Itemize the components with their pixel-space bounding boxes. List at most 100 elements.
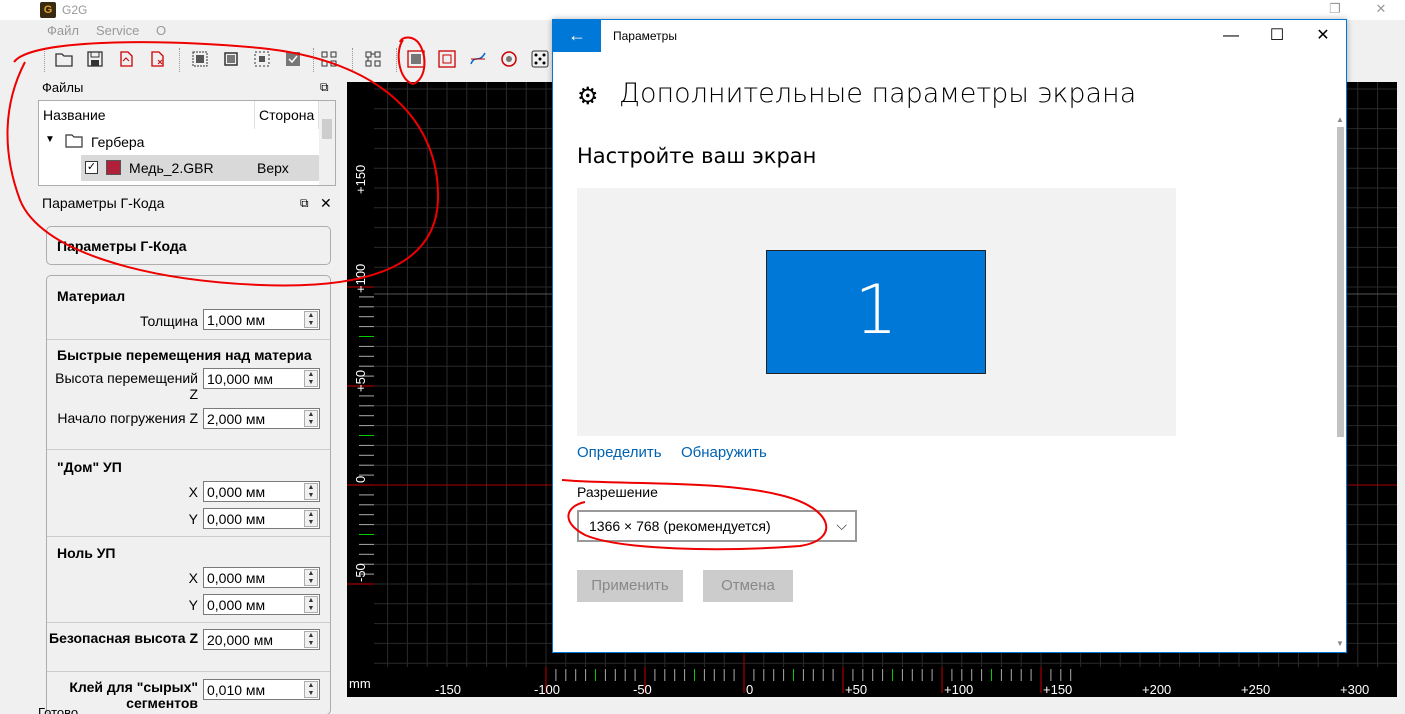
spin-arrows-icon[interactable]: ▲ ▼	[304, 370, 318, 387]
qr-grid-icon[interactable]	[318, 48, 340, 70]
menu-file[interactable]: Файл	[47, 23, 79, 38]
close-icon[interactable]: ✕	[320, 195, 332, 212]
detect-link[interactable]: Обнаружить	[681, 444, 767, 461]
g2g-toolbar	[0, 43, 552, 75]
export-pdf-icon[interactable]	[115, 48, 137, 70]
zero-x-spinbox[interactable]: 0,000 мм ▲ ▼	[203, 567, 320, 588]
file-name: Медь_2.GBR	[129, 160, 214, 176]
spin-arrows-icon[interactable]: ▲ ▼	[304, 596, 318, 613]
scrollbar-thumb[interactable]	[322, 119, 332, 139]
undock-icon[interactable]: ⧉	[300, 196, 309, 211]
scroll-down-icon[interactable]: ▼	[1336, 639, 1344, 648]
gcode-header-box: Параметры Г-Кода	[46, 226, 331, 265]
x-tick-label: +200	[1142, 682, 1172, 697]
spin-arrows-icon[interactable]: ▲ ▼	[304, 510, 318, 527]
tree-row-file[interactable]: ✓ Медь_2.GBR Верх	[81, 155, 319, 181]
select-all-icon[interactable]	[189, 48, 211, 70]
scrollbar-thumb[interactable]	[1337, 127, 1344, 437]
monitor-tile[interactable]: 1	[766, 250, 986, 374]
rapid-title: Быстрые перемещения над материа	[57, 347, 312, 363]
dice-tool-icon[interactable]	[529, 48, 551, 70]
home-y-spinbox[interactable]: 0,000 мм ▲ ▼	[203, 508, 320, 529]
toolbar-separator	[352, 48, 353, 72]
gcode-params-group: Материал Толщина 1,000 мм ▲ ▼ Быстрые пере…	[46, 275, 331, 714]
zoom-fit-icon[interactable]	[220, 48, 242, 70]
zoom-selection-icon[interactable]	[251, 48, 273, 70]
save-icon[interactable]	[84, 48, 106, 70]
home-x-spinbox[interactable]: 0,000 мм ▲ ▼	[203, 481, 320, 502]
array-icon[interactable]	[362, 48, 384, 70]
tree-row-folder[interactable]: ▼ Гербера	[39, 129, 319, 155]
g2g-restore-icon[interactable]: ❐	[1312, 0, 1358, 20]
x-tick-label: +300	[1340, 682, 1370, 697]
rapid-height-label: Высота перемещений Z	[55, 370, 198, 402]
back-arrow-icon[interactable]: ←	[553, 20, 601, 52]
y-ruler: +150 +100 +50 0 -50	[347, 82, 374, 667]
gear-icon: ⚙	[577, 83, 599, 110]
column-header-side[interactable]: Сторона	[255, 101, 319, 129]
plunge-spinbox[interactable]: 2,000 мм ▲ ▼	[203, 408, 320, 429]
maximize-icon[interactable]: ☐	[1254, 20, 1300, 52]
x-tick-label: +100	[944, 682, 974, 697]
toolbar-separator	[179, 48, 180, 72]
spin-arrows-icon[interactable]: ▲ ▼	[304, 681, 318, 698]
column-header-name[interactable]: Название	[39, 101, 255, 129]
rapid-height-spinbox[interactable]: 10,000 мм ▲ ▼	[203, 368, 320, 389]
y-tick-label: +150	[353, 164, 368, 194]
x-tick-label: -150	[435, 682, 462, 697]
undock-icon[interactable]: ⧉	[320, 80, 329, 95]
g2g-logo-icon: G	[40, 2, 56, 18]
cancel-button[interactable]: Отмена	[703, 570, 793, 602]
menu-other[interactable]: O	[156, 23, 166, 38]
x-ruler: mm -150 -100 -50 0 +50 +100 +150 +200 +250 +300	[347, 667, 1397, 697]
y-tick-label: +50	[353, 369, 368, 392]
file-checkbox[interactable]: ✓	[85, 161, 98, 174]
spin-arrows-icon[interactable]: ▲ ▼	[304, 569, 318, 586]
spin-arrows-icon[interactable]: ▲ ▼	[304, 631, 318, 648]
scroll-up-icon[interactable]: ▲	[1336, 115, 1344, 124]
folder-label: Гербера	[91, 134, 145, 150]
toolbar-separator	[396, 48, 397, 72]
profile-tool-icon[interactable]	[405, 48, 427, 70]
home-title: "Дом" УП	[57, 459, 122, 475]
zero-y-spinbox[interactable]: 0,000 мм ▲ ▼	[203, 594, 320, 615]
file-color-swatch[interactable]	[106, 160, 121, 175]
x-tick-label: 0	[746, 682, 754, 697]
spin-arrows-icon[interactable]: ▲ ▼	[304, 410, 318, 427]
divider	[47, 536, 330, 537]
checked-box-icon[interactable]	[282, 48, 304, 70]
chevron-down-icon[interactable]: ▼	[45, 134, 55, 145]
drill-tool-icon[interactable]	[498, 48, 520, 70]
voronoi-tool-icon[interactable]	[467, 48, 489, 70]
apply-button[interactable]: Применить	[577, 570, 683, 602]
material-title: Материал	[57, 288, 126, 304]
settings-scrollbar[interactable]: ▲ ▼	[1334, 115, 1346, 650]
gcode-header: Параметры Г-Кода	[57, 238, 187, 254]
minimize-icon[interactable]: —	[1208, 20, 1254, 52]
thickness-spinbox[interactable]: 1,000 мм ▲ ▼	[203, 309, 320, 330]
identify-link[interactable]: Определить	[577, 444, 662, 461]
resolution-dropdown[interactable]: 1366 × 768 (рекомендуется) ⌵	[577, 510, 857, 542]
x-tick-label: +250	[1241, 682, 1271, 697]
toolbar-separator	[44, 48, 45, 72]
pocket-tool-icon[interactable]	[436, 48, 458, 70]
folder-icon	[65, 132, 83, 151]
x-tick-label: +50	[845, 682, 868, 697]
safe-height-spinbox[interactable]: 20,000 мм ▲ ▼	[203, 629, 320, 650]
zero-x-label: X	[188, 570, 198, 586]
spin-arrows-icon[interactable]: ▲ ▼	[304, 311, 318, 328]
menu-service[interactable]: Service	[96, 23, 139, 38]
zero-y-label: Y	[188, 597, 198, 613]
close-icon[interactable]: ✕	[1300, 20, 1346, 52]
plunge-label: Начало погружения Z	[57, 410, 198, 426]
safe-height-label: Безопасная высота Z	[49, 630, 198, 646]
g2g-close-icon[interactable]: ✕	[1358, 0, 1404, 20]
glue-spinbox[interactable]: 0,010 мм ▲ ▼	[203, 679, 320, 700]
close-file-icon[interactable]	[146, 48, 168, 70]
divider	[47, 671, 330, 672]
files-scrollbar[interactable]	[319, 101, 335, 185]
spin-arrows-icon[interactable]: ▲ ▼	[304, 483, 318, 500]
settings-title-bar: ← Параметры — ☐ ✕	[553, 20, 1346, 52]
open-folder-icon[interactable]	[53, 48, 75, 70]
files-dock: Файлы ⧉	[38, 78, 336, 100]
